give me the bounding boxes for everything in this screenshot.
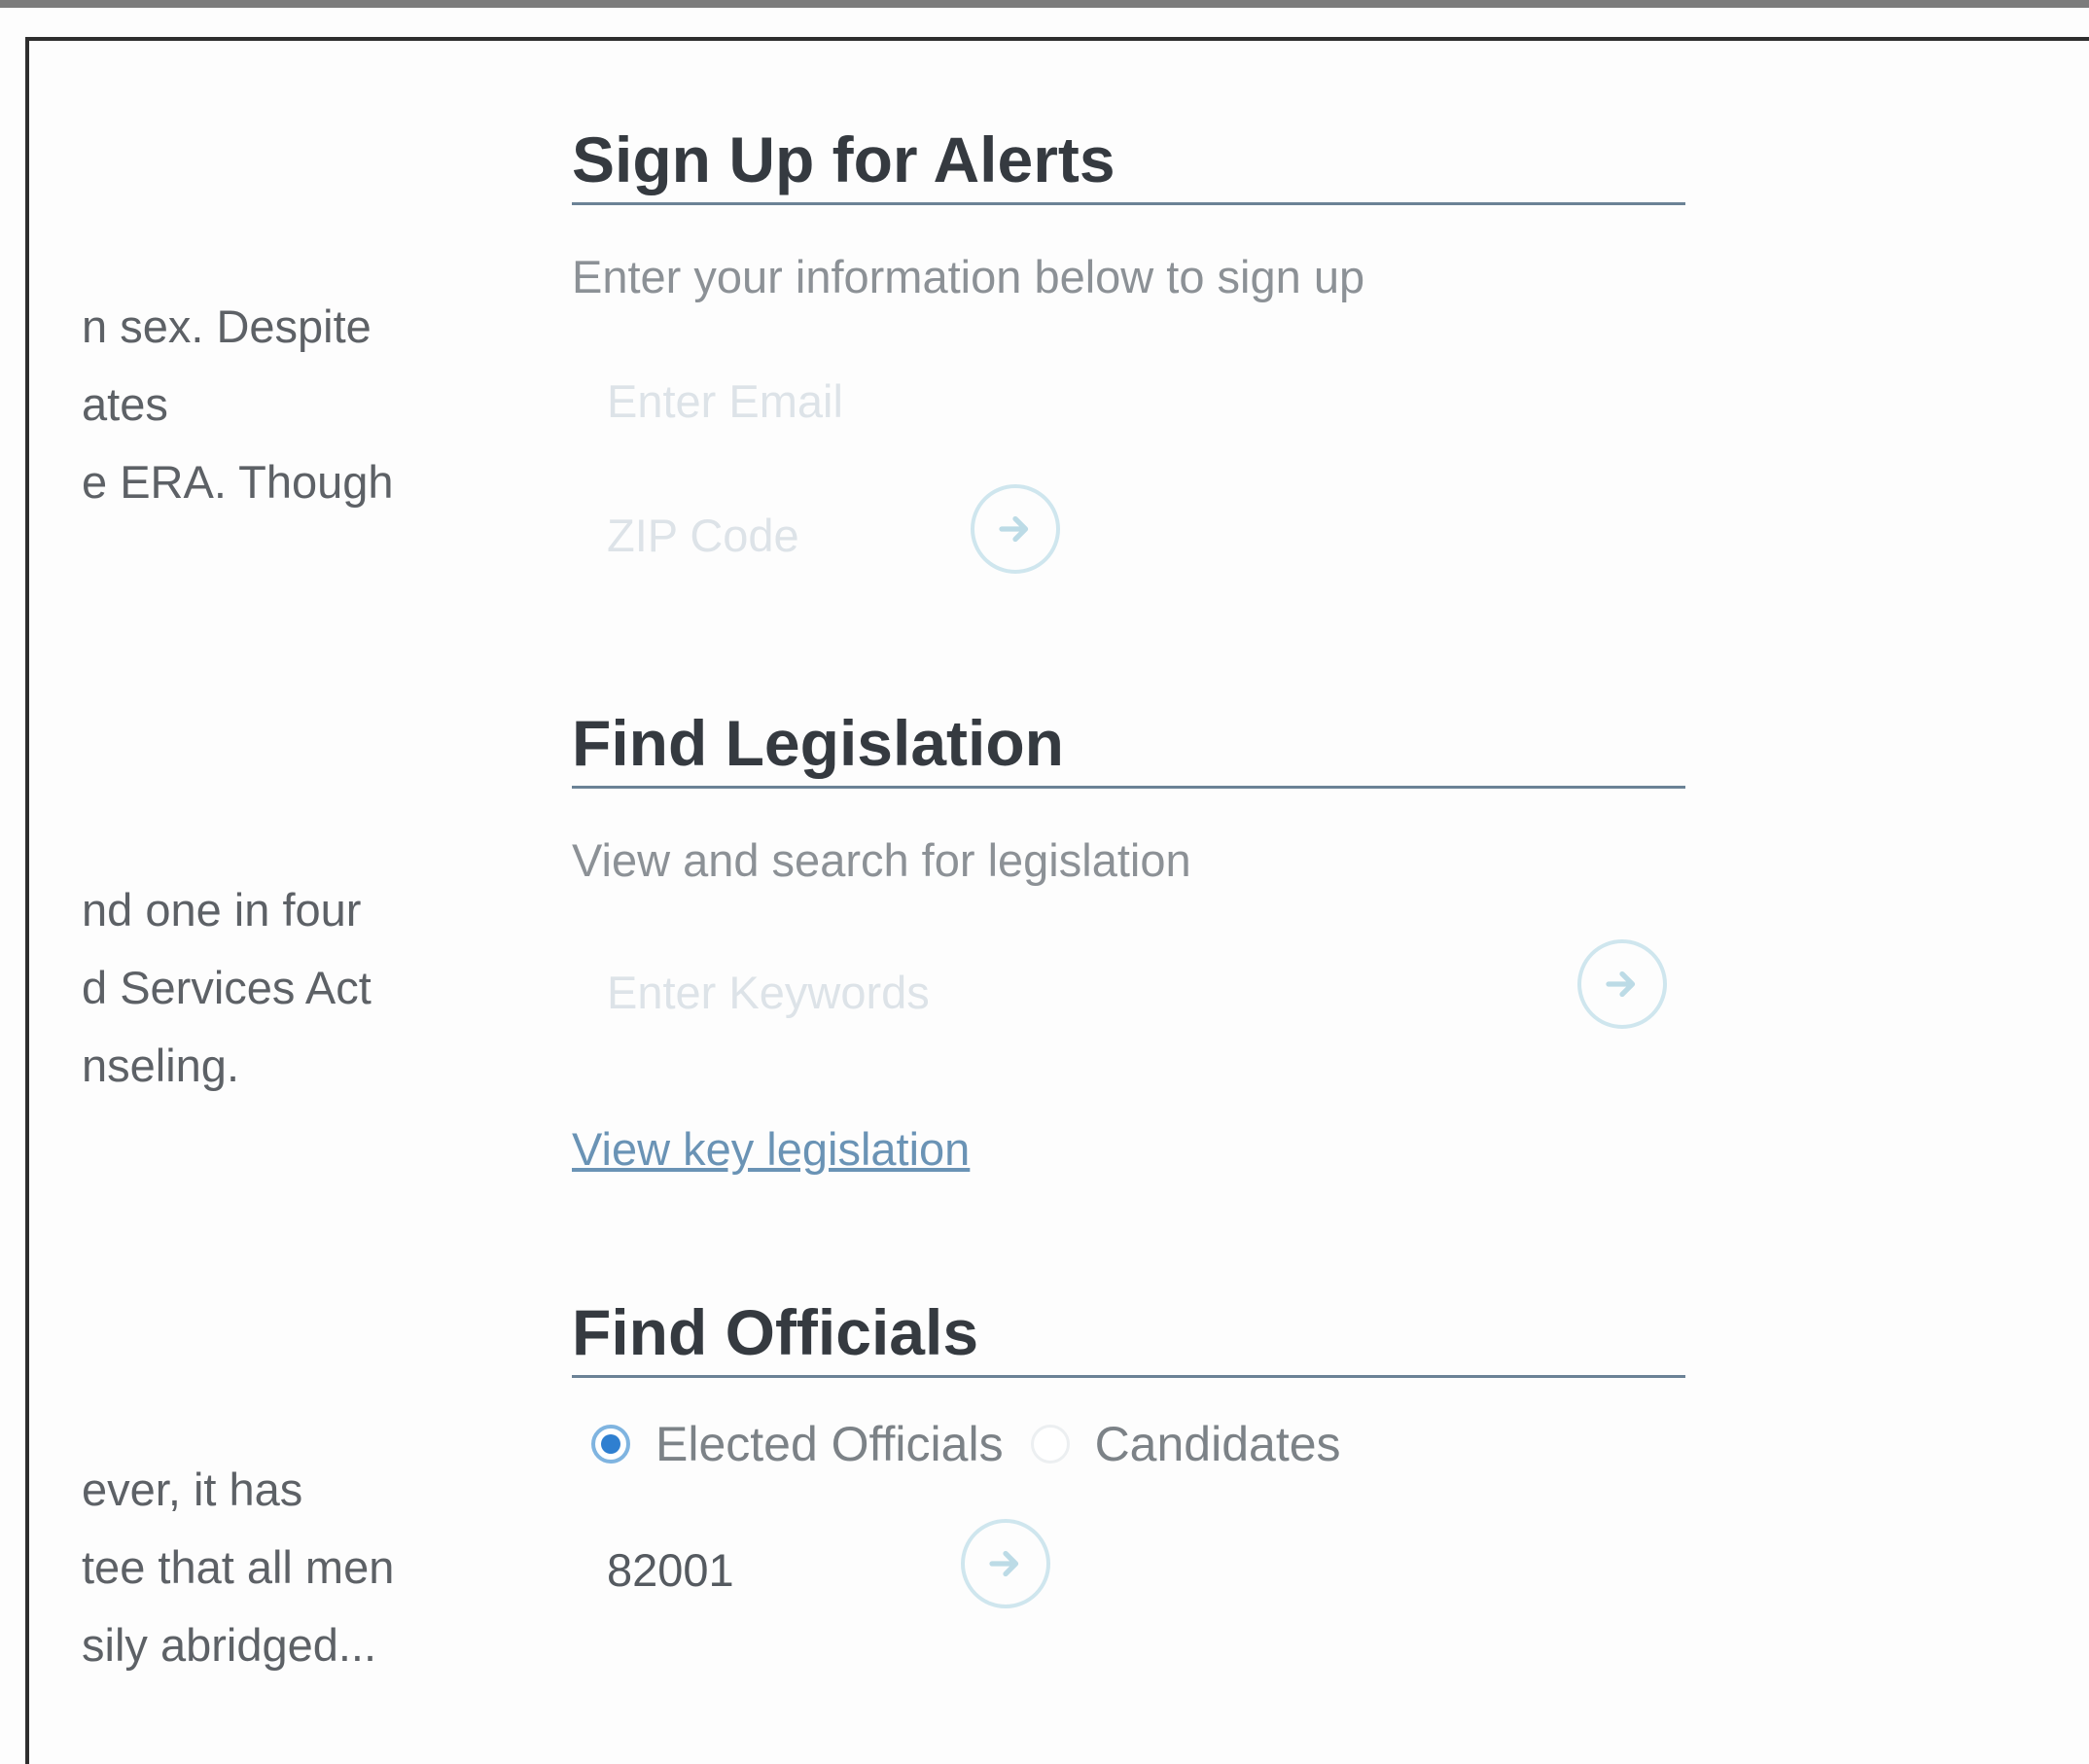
article-line: n sex. Despite: [82, 300, 372, 352]
alerts-submit-button[interactable]: [971, 484, 1060, 574]
elected-officials-label[interactable]: Elected Officials: [655, 1416, 1004, 1472]
article-line: ever, it has: [82, 1464, 303, 1515]
article-line: sily abridged...: [82, 1619, 377, 1671]
officials-section: Find Officials: [572, 1293, 1685, 1378]
page: n sex. Despite ates e ERA. Though nd one…: [0, 0, 2089, 1764]
officials-divider: [572, 1375, 1685, 1378]
email-input[interactable]: [580, 362, 1669, 440]
officials-search-button[interactable]: [961, 1519, 1050, 1608]
keywords-input[interactable]: [580, 953, 1542, 1031]
officials-zip-input[interactable]: [580, 1531, 949, 1608]
alerts-zip-input[interactable]: [580, 496, 949, 574]
alerts-divider: [572, 202, 1685, 205]
candidates-radio[interactable]: [1030, 1425, 1070, 1464]
arrow-right-icon: [999, 515, 1029, 543]
article-line: e ERA. Though: [82, 456, 394, 508]
article-line: tee that all men: [82, 1541, 395, 1593]
alerts-section: Sign Up for Alerts Enter your informatio…: [572, 121, 1685, 304]
alerts-description: Enter your information below to sign up: [572, 251, 1365, 302]
legislation-divider: [572, 786, 1685, 789]
article-excerpt-3: ever, it has tee that all men sily abrid…: [82, 1451, 394, 1684]
legislation-section: Find Legislation View and search for leg…: [572, 704, 1685, 888]
arrow-right-icon: [1606, 970, 1636, 998]
article-line: nseling.: [82, 1040, 239, 1091]
alerts-title: Sign Up for Alerts: [572, 123, 1115, 195]
view-key-legislation-link[interactable]: View key legislation: [572, 1122, 970, 1176]
officials-title: Find Officials: [572, 1296, 979, 1368]
article-excerpt-2: nd one in four d Services Act nseling.: [82, 871, 372, 1105]
legislation-search-button[interactable]: [1577, 939, 1667, 1029]
article-excerpt-1: n sex. Despite ates e ERA. Though: [82, 288, 394, 521]
candidates-label[interactable]: Candidates: [1095, 1416, 1341, 1472]
official-type-radio-group: Elected Officials Candidates: [591, 1416, 1368, 1472]
article-line: d Services Act: [82, 962, 372, 1013]
article-line: nd one in four: [82, 884, 362, 935]
elected-officials-radio[interactable]: [591, 1425, 630, 1464]
arrow-right-icon: [989, 1550, 1019, 1577]
top-divider: [0, 0, 2089, 8]
article-line: ates: [82, 378, 168, 430]
legislation-description: View and search for legislation: [572, 834, 1191, 886]
legislation-title: Find Legislation: [572, 707, 1064, 779]
